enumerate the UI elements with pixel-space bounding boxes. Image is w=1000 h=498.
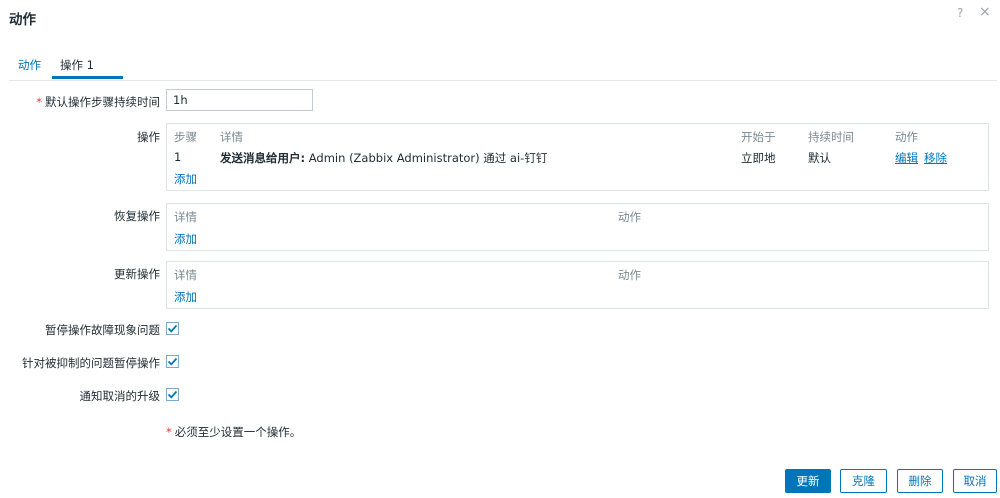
default-step-duration-label: * 默认操作步骤持续时间 [36, 94, 160, 110]
add-recovery-operation-link[interactable]: 添加 [174, 231, 197, 247]
update-operations-label: 更新操作 [114, 267, 160, 281]
col-action: 动作 [895, 130, 918, 144]
recovery-operations-label: 恢复操作 [114, 209, 160, 223]
op-detail-type: 发送消息给用户: [220, 151, 306, 165]
tab-operations-label: 操作 [60, 58, 83, 72]
tab-actions[interactable]: 动作 [18, 57, 41, 73]
remove-operation-link[interactable]: 移除 [924, 150, 947, 166]
pause-suppressed-checkbox[interactable] [166, 355, 179, 368]
required-note: * 必须至少设置一个操作。 [166, 424, 301, 440]
tab-bar: 动作 操作 1 [9, 46, 997, 81]
dialog-title: 动作 [9, 12, 36, 28]
tab-operations-count: 1 [86, 58, 94, 72]
pause-problem-checkbox[interactable] [166, 322, 179, 335]
op-start: 立即地 [741, 151, 776, 165]
notify-cancelled-checkbox[interactable] [166, 388, 179, 401]
operations-label: 操作 [137, 130, 160, 144]
col-start: 开始于 [741, 130, 776, 144]
close-icon[interactable]: × [979, 4, 991, 20]
recovery-operations-table: 详情 动作 添加 [166, 203, 989, 251]
op-detail-text: Admin (Zabbix Administrator) 通过 ai-钉钉 [305, 151, 548, 165]
op-duration: 默认 [808, 151, 831, 165]
col-duration: 持续时间 [808, 130, 854, 144]
cancel-button[interactable]: 取消 [953, 469, 997, 493]
add-update-operation-link[interactable]: 添加 [174, 289, 197, 305]
notify-cancelled-label: 通知取消的升级 [79, 389, 161, 403]
checkmark-icon [167, 324, 178, 333]
delete-button[interactable]: 删除 [897, 469, 943, 493]
col-step: 步骤 [174, 130, 197, 144]
checkmark-icon [167, 357, 178, 366]
col-details: 详情 [174, 268, 197, 282]
col-details: 详情 [174, 210, 197, 224]
update-button[interactable]: 更新 [785, 469, 831, 493]
op-step: 1 [174, 150, 182, 164]
col-action: 动作 [618, 210, 641, 224]
edit-operation-link[interactable]: 编辑 [895, 150, 918, 166]
checkmark-icon [167, 390, 178, 399]
op-detail: 发送消息给用户: Admin (Zabbix Administrator) 通过… [220, 150, 547, 166]
required-note-text: 必须至少设置一个操作。 [174, 425, 302, 439]
add-operation-link[interactable]: 添加 [174, 171, 197, 187]
col-details: 详情 [220, 130, 243, 144]
update-operations-table: 详情 动作 添加 [166, 261, 989, 309]
col-action: 动作 [618, 268, 641, 282]
default-step-duration-input[interactable] [166, 89, 313, 111]
default-step-duration-text: 默认操作步骤持续时间 [45, 95, 160, 109]
operations-table: 步骤 详情 开始于 持续时间 动作 1 发送消息给用户: Admin (Zabb… [166, 123, 989, 191]
help-icon[interactable]: ? [957, 6, 963, 20]
pause-problem-label: 暂停操作故障现象问题 [45, 323, 160, 337]
active-tab-indicator [52, 76, 123, 79]
tab-operations[interactable]: 操作 1 [60, 57, 94, 73]
pause-suppressed-label: 针对被抑制的问题暂停操作 [22, 356, 160, 370]
clone-button[interactable]: 克隆 [840, 469, 887, 493]
required-mark: * [166, 425, 172, 439]
required-mark: * [36, 95, 42, 109]
